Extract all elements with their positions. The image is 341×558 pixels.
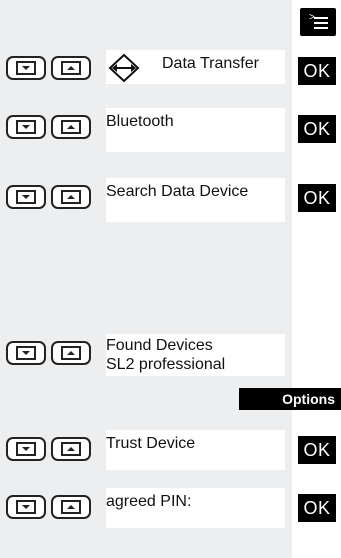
step-5-label: Trust Device [106,435,196,452]
nav-down-key-icon[interactable] [6,341,46,365]
data-transfer-icon [106,53,142,88]
nav-keys-step-3 [6,185,96,211]
nav-keys-step-5 [6,437,96,463]
nav-down-key-icon[interactable] [6,185,46,209]
nav-up-key-icon[interactable] [51,115,91,139]
nav-up-key-icon[interactable] [51,56,91,80]
nav-down-key-icon[interactable] [6,437,46,461]
step-6-label: agreed PIN: [106,493,192,510]
nav-keys-step-1 [6,56,96,82]
nav-keys-step-2 [6,115,96,141]
nav-up-key-icon[interactable] [51,185,91,209]
step-1-label: Data Transfer [162,55,259,72]
step-4-label-line-1: Found Devices [106,337,213,354]
ok-button-step-2[interactable]: OK [298,115,336,143]
nav-down-key-icon[interactable] [6,115,46,139]
nav-up-key-icon[interactable] [51,341,91,365]
step-4-row: Found Devices SL2 professional [106,334,285,376]
menu-bar-2 [314,22,328,24]
ok-button-step-3[interactable]: OK [298,184,336,212]
nav-up-key-icon[interactable] [51,437,91,461]
nav-up-key-icon[interactable] [51,495,91,519]
menu-key[interactable]: > [300,8,336,36]
menu-bar-1 [314,17,328,19]
ok-button-step-6[interactable]: OK [298,494,336,522]
options-button[interactable]: Options [239,388,341,410]
step-6-row: agreed PIN: [106,488,285,528]
options-label: Options [282,391,335,407]
ok-button-step-1[interactable]: OK [298,57,336,85]
step-2-row: Bluetooth [106,108,285,152]
step-2-label: Bluetooth [106,113,174,130]
nav-down-key-icon[interactable] [6,56,46,80]
menu-bar-3 [314,27,328,29]
nav-keys-step-6 [6,495,96,521]
step-3-row: Search Data Device [106,178,285,222]
step-1-row: Data Transfer [106,50,285,84]
nav-down-key-icon[interactable] [6,495,46,519]
ok-button-step-5[interactable]: OK [298,436,336,464]
step-5-row: Trust Device [106,430,285,470]
nav-keys-step-4 [6,341,96,367]
step-4-label-line-2: SL2 professional [106,356,226,373]
step-3-label: Search Data Device [106,183,249,200]
